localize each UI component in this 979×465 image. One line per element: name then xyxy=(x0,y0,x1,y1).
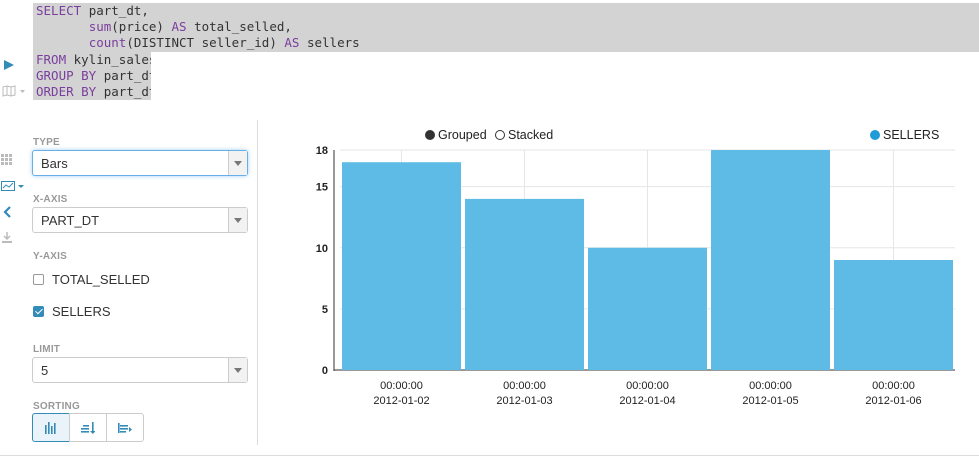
editor-token: AS xyxy=(171,19,187,35)
editor-token: sum xyxy=(88,19,112,35)
chevron-down-icon xyxy=(228,208,247,232)
chart-view-icon[interactable] xyxy=(1,179,25,191)
editor-token: part_dt, xyxy=(88,3,149,18)
bar xyxy=(465,198,584,370)
series-legend-dot xyxy=(870,130,880,140)
y-tick-label: 5 xyxy=(322,304,328,316)
editor-line: sum(price) AS total_selled, xyxy=(33,19,979,35)
y-tick-label: 10 xyxy=(316,243,328,255)
x-tick-label: 00:00:00 xyxy=(626,380,669,392)
x-tick-label: 2012-01-02 xyxy=(373,395,429,407)
x-tick-label: 00:00:00 xyxy=(872,380,915,392)
editor-token: (DISTINCT seller_id) xyxy=(126,35,285,51)
limit-select[interactable]: 5 xyxy=(32,357,248,383)
x-tick-label: 00:00:00 xyxy=(503,380,546,392)
limit-label: LIMIT xyxy=(33,344,61,355)
chart-type-value: Bars xyxy=(41,156,68,171)
x-tick-label: 2012-01-06 xyxy=(865,395,921,407)
yaxis-label: Y-AXIS xyxy=(33,251,67,262)
sorting-label: SORTING xyxy=(33,401,80,412)
xaxis-select[interactable]: PART_DT xyxy=(32,207,248,233)
bar xyxy=(588,247,707,370)
total-selled-label: TOTAL_SELLED xyxy=(52,272,150,287)
editor-token: part_dt xyxy=(96,67,157,83)
bar xyxy=(711,150,830,370)
editor-token: GROUP BY xyxy=(36,67,97,83)
editor-token: ORDER BY xyxy=(36,83,97,99)
sort-descending-button[interactable] xyxy=(106,413,144,442)
editor-token: kylin_sales xyxy=(66,51,157,67)
sort-none-button[interactable] xyxy=(32,413,70,442)
yaxis-option-sellers[interactable]: SELLERS xyxy=(33,304,111,319)
sort-ascending-button[interactable] xyxy=(69,413,107,442)
x-tick-label: 2012-01-04 xyxy=(619,395,675,407)
editor-token: count xyxy=(88,35,127,51)
bar-chart: 0 5 10 15 18 00:00:00 2012-01-02 00:00:00 2012-0… xyxy=(316,145,955,407)
editor-token: part_dt xyxy=(96,83,157,99)
chart-type-select[interactable]: Bars xyxy=(32,150,248,176)
editor-line: count(DISTINCT seller_id) AS sellers xyxy=(33,35,979,51)
xaxis-value: PART_DT xyxy=(41,213,100,228)
total-selled-checkbox[interactable] xyxy=(33,274,44,285)
download-icon[interactable] xyxy=(1,231,13,243)
y-tick-label: 15 xyxy=(316,182,328,194)
grid-view-icon[interactable] xyxy=(1,153,13,165)
bottom-divider xyxy=(0,455,979,456)
collapse-left-icon[interactable] xyxy=(2,205,12,219)
editor-line: SELECT part_dt, xyxy=(33,3,979,19)
editor-token xyxy=(36,19,89,34)
sort-ascending-icon xyxy=(81,421,95,434)
bars-unsorted-icon xyxy=(45,421,56,434)
sellers-checkbox[interactable] xyxy=(33,306,44,317)
y-tick-label: 18 xyxy=(316,145,328,157)
editor-background xyxy=(151,52,979,100)
xaxis-label: X-AXIS xyxy=(33,194,68,205)
bar xyxy=(342,162,461,370)
x-tick-label: 00:00:00 xyxy=(380,380,423,392)
y-tick-label: 0 xyxy=(322,365,328,377)
editor-token: FROM xyxy=(36,51,67,67)
x-tick-label: 2012-01-03 xyxy=(496,395,552,407)
editor-token: SELECT xyxy=(36,3,89,18)
run-icon[interactable] xyxy=(3,58,15,70)
stacked-radio-dot[interactable] xyxy=(495,130,505,140)
editor-token: (price) xyxy=(111,19,172,35)
editor-token xyxy=(36,35,89,50)
editor-token: sellers xyxy=(299,35,360,51)
x-tick-label: 00:00:00 xyxy=(749,380,792,392)
chevron-down-icon xyxy=(228,358,247,382)
limit-value: 5 xyxy=(41,363,49,378)
x-tick-label: 2012-01-05 xyxy=(742,395,798,407)
sort-descending-icon xyxy=(118,422,132,433)
sorting-button-group xyxy=(32,413,144,442)
map-icon[interactable] xyxy=(2,84,26,97)
panel-divider xyxy=(257,120,258,445)
editor-token: total_selled, xyxy=(186,19,292,35)
chevron-down-icon xyxy=(228,151,247,175)
type-label: TYPE xyxy=(33,137,60,148)
bar xyxy=(834,260,953,370)
sellers-label: SELLERS xyxy=(52,304,111,319)
yaxis-option-total-selled[interactable]: TOTAL_SELLED xyxy=(33,272,150,287)
editor-token: AS xyxy=(284,35,300,51)
grouped-radio-dot[interactable] xyxy=(425,130,435,140)
